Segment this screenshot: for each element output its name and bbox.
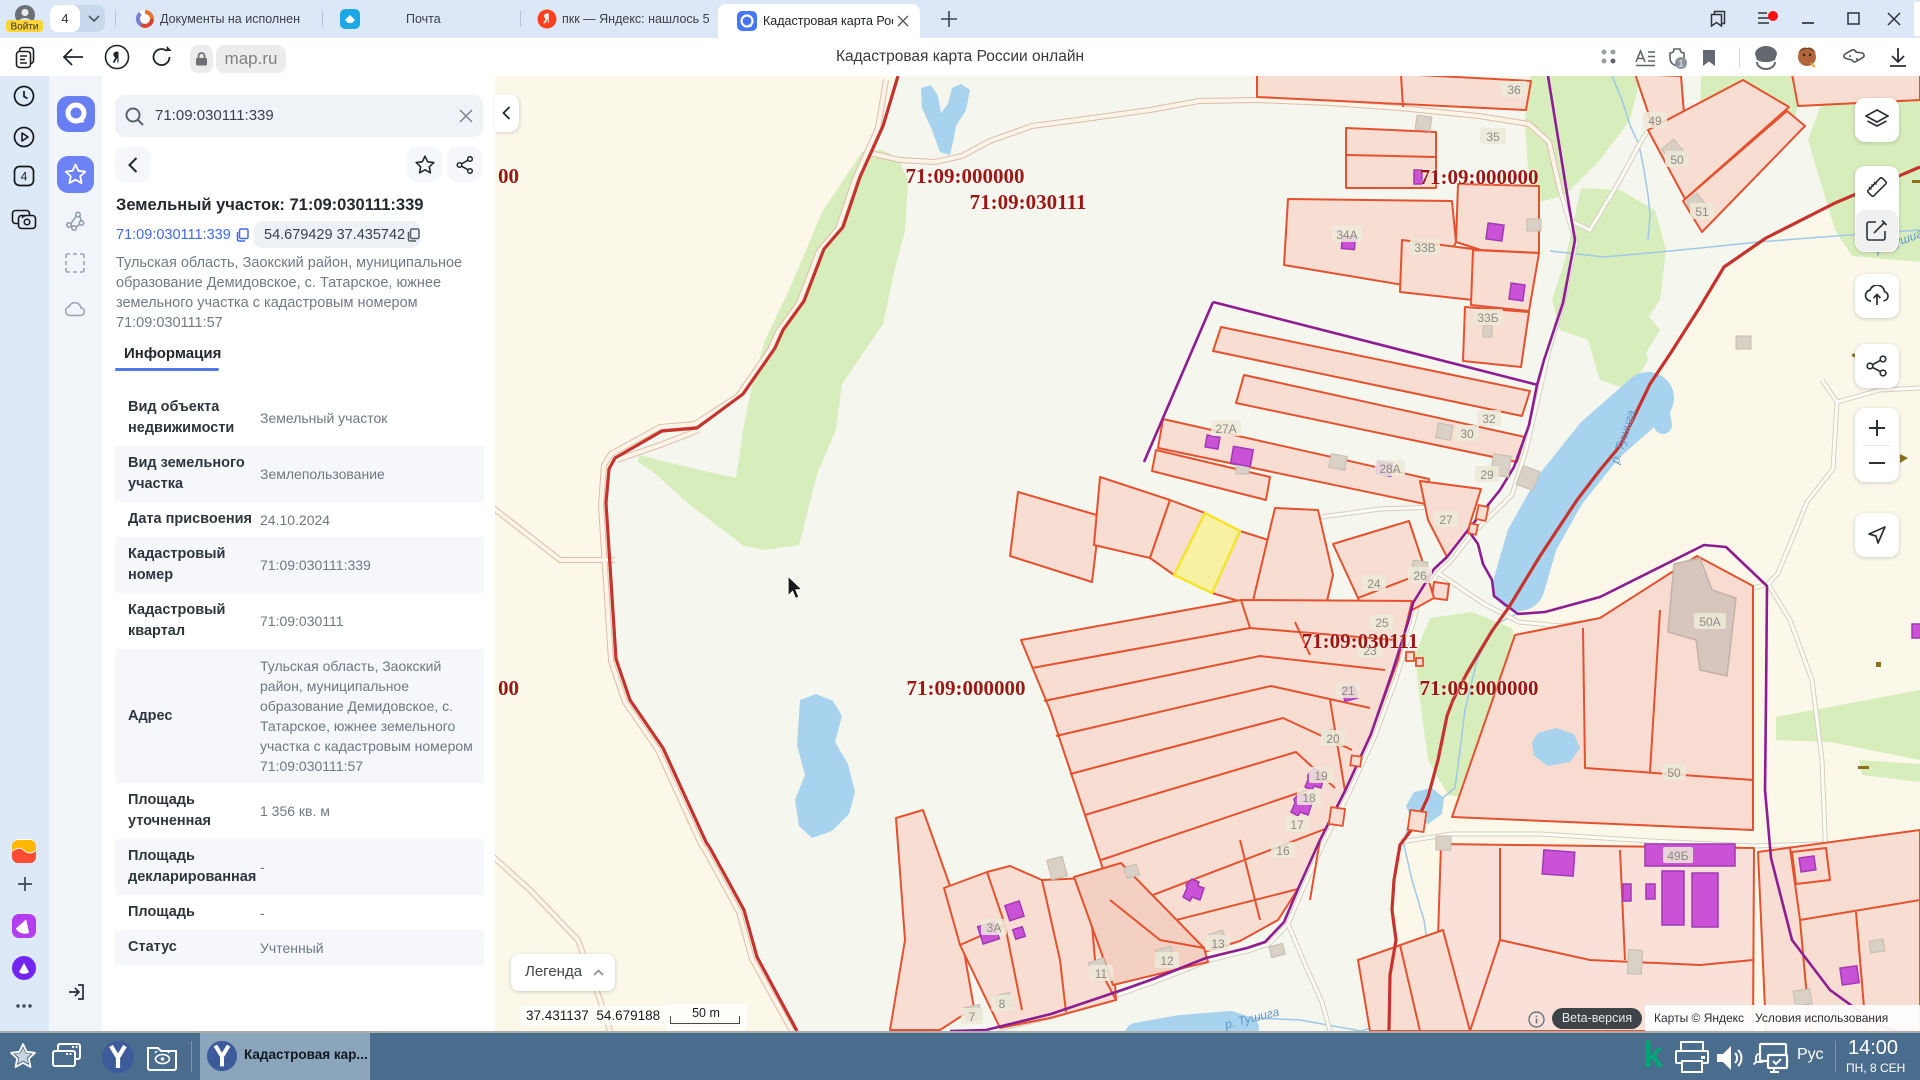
- svg-text:27: 27: [1439, 513, 1453, 527]
- svg-text:28А: 28А: [1379, 462, 1400, 476]
- svg-text:27А: 27А: [1215, 422, 1236, 436]
- svg-text:51: 51: [1695, 205, 1709, 219]
- svg-text:00: 00: [498, 676, 519, 700]
- svg-text:50: 50: [1670, 153, 1684, 167]
- svg-text:17: 17: [1290, 818, 1304, 832]
- svg-text:18: 18: [1302, 791, 1316, 805]
- svg-text:71:09:030111: 71:09:030111: [970, 190, 1087, 214]
- svg-text:50: 50: [1667, 766, 1681, 780]
- svg-text:71:09:000000: 71:09:000000: [907, 676, 1026, 700]
- svg-text:19: 19: [1314, 769, 1328, 783]
- svg-text:21: 21: [1341, 684, 1355, 698]
- svg-text:20: 20: [1326, 732, 1340, 746]
- svg-text:49: 49: [1648, 114, 1662, 128]
- svg-text:34А: 34А: [1336, 228, 1357, 242]
- svg-text:71:09:030111: 71:09:030111: [1302, 629, 1419, 653]
- svg-text:49Б: 49Б: [1667, 849, 1688, 863]
- svg-text:13: 13: [1211, 937, 1225, 951]
- svg-text:7: 7: [969, 1010, 976, 1024]
- svg-text:25: 25: [1375, 616, 1389, 630]
- svg-text:33В: 33В: [1414, 241, 1435, 255]
- svg-text:30: 30: [1460, 427, 1474, 441]
- svg-text:4: 4: [21, 170, 28, 184]
- svg-text:11: 11: [1095, 967, 1108, 981]
- svg-text:29: 29: [1480, 468, 1494, 482]
- svg-text:33Б: 33Б: [1477, 311, 1498, 325]
- svg-text:71:09:000000: 71:09:000000: [1420, 165, 1539, 189]
- svg-text:35: 35: [1486, 130, 1500, 144]
- svg-text:71:09:000000: 71:09:000000: [906, 164, 1025, 188]
- svg-text:71:09:000000: 71:09:000000: [1420, 676, 1539, 700]
- svg-text:00: 00: [498, 164, 519, 188]
- svg-text:16: 16: [1276, 844, 1290, 858]
- svg-text:24: 24: [1367, 577, 1381, 591]
- svg-text:Войти: Войти: [11, 22, 39, 33]
- svg-text:12: 12: [1160, 954, 1174, 968]
- svg-text:50А: 50А: [1699, 615, 1720, 629]
- svg-text:3А: 3А: [987, 921, 1002, 935]
- svg-text:32: 32: [1482, 412, 1496, 426]
- svg-text:8: 8: [999, 997, 1006, 1011]
- svg-text:36: 36: [1507, 83, 1521, 97]
- svg-text:26: 26: [1413, 569, 1427, 583]
